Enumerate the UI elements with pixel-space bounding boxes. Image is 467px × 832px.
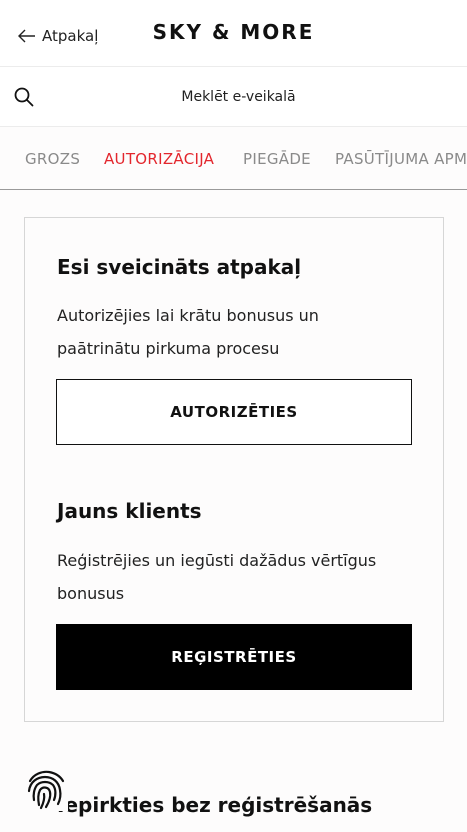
login-text: Autorizējies lai krātu bonusus un paātri… [57,306,319,358]
auth-card: Esi sveicināts atpakaļ Autorizējies lai … [24,217,444,722]
register-title: Jauns klients [57,499,202,523]
step-authorization[interactable]: AUTORIZĀCIJA [104,150,214,168]
step-payment[interactable]: PASŪTĪJUMA APM [335,150,467,168]
register-button[interactable]: REĢISTRĒTIES [56,624,412,690]
brand-logo[interactable]: SKY & MORE [0,20,467,44]
checkout-auth-page: Atpakaļ SKY & MORE GROZS AUTORIZĀCIJA PI… [0,0,467,832]
step-delivery[interactable]: PIEGĀDE [243,150,311,168]
top-header: Atpakaļ SKY & MORE [0,0,467,67]
step-cart[interactable]: GROZS [25,150,80,168]
register-text: Reģistrējies un iegūsti dažādus vērtīgus… [57,551,377,603]
brand-logo-text: SKY & MORE [152,20,315,44]
register-button-label: REĢISTRĒTIES [171,648,297,666]
search-bar [0,67,467,127]
search-icon[interactable] [13,86,35,112]
guest-checkout-title: Iepirkties bez reģistrēšanās [57,793,373,817]
login-button-label: AUTORIZĒTIES [170,403,298,421]
checkout-steps: GROZS AUTORIZĀCIJA PIEGĀDE PASŪTĪJUMA AP… [0,127,467,190]
fingerprint-icon[interactable] [24,767,68,811]
login-button[interactable]: AUTORIZĒTIES [56,379,412,445]
login-title: Esi sveicināts atpakaļ [57,255,302,279]
search-input[interactable] [50,82,467,112]
